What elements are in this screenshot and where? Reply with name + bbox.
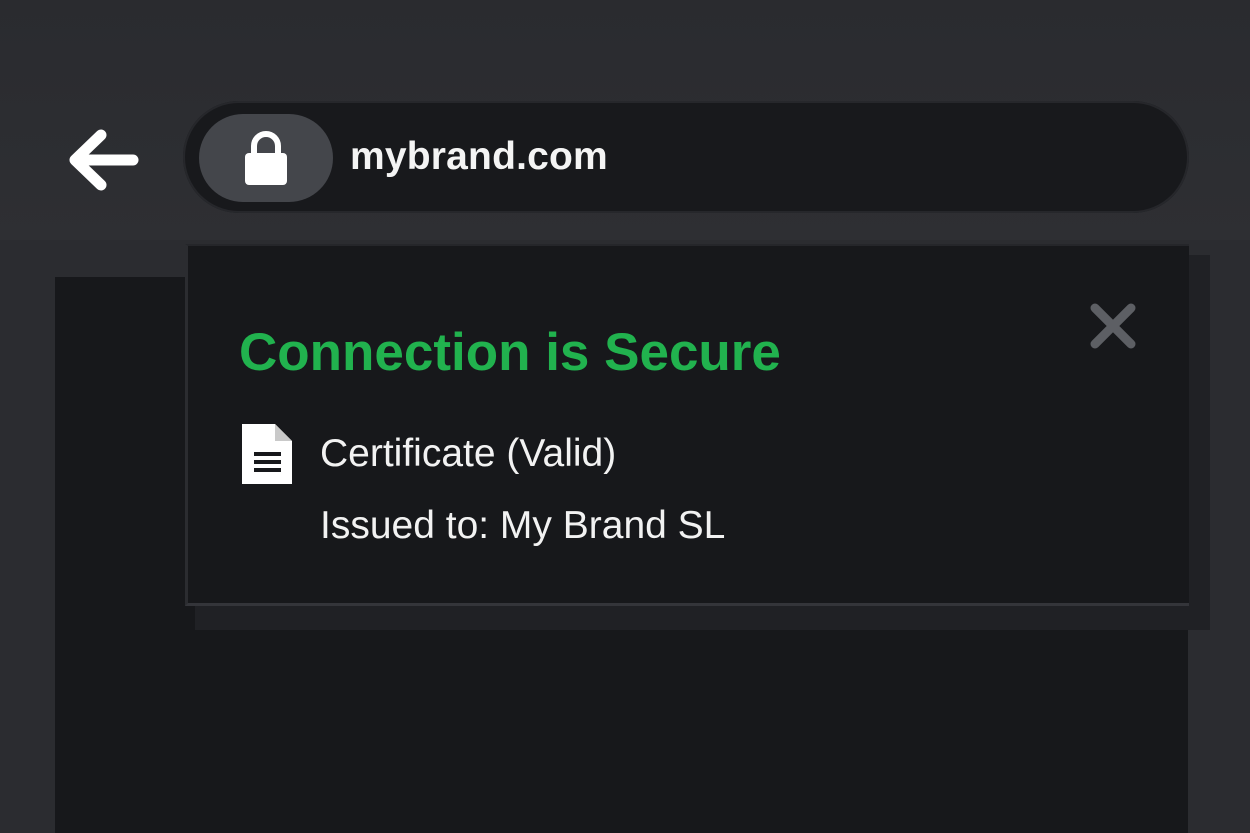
document-icon	[242, 424, 292, 484]
close-button[interactable]	[1085, 298, 1141, 354]
lock-icon	[245, 131, 287, 185]
back-button[interactable]	[58, 118, 148, 202]
certificate-status[interactable]: Certificate (Valid)	[320, 432, 616, 476]
close-icon	[1090, 303, 1136, 349]
url-text[interactable]: mybrand.com	[350, 135, 608, 179]
security-popup: Connection is Secure Certificate (Valid)…	[185, 244, 1189, 606]
site-info-button[interactable]	[199, 114, 333, 202]
browser-toolbar: mybrand.com	[0, 0, 1250, 240]
certificate-issued-to: Issued to: My Brand SL	[320, 504, 726, 547]
popup-title: Connection is Secure	[239, 323, 781, 382]
address-bar[interactable]: mybrand.com	[183, 101, 1189, 213]
arrow-left-icon	[69, 129, 139, 191]
